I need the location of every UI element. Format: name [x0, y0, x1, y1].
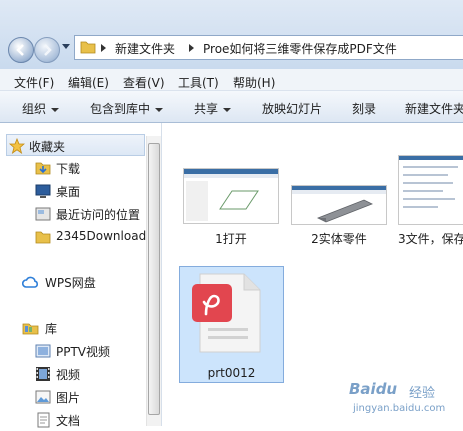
nav-favorites-label: 收藏夹 [29, 140, 66, 154]
recent-places-icon [35, 207, 51, 221]
cloud-icon [22, 276, 39, 288]
chevron-down-icon [223, 107, 232, 112]
downloads-folder-icon [35, 162, 51, 175]
nav-pictures[interactable]: 图片 [0, 386, 145, 408]
nav-recent-places[interactable]: 最近访问的位置 [0, 203, 145, 225]
nav-wps-cloud-label: WPS网盘 [45, 276, 96, 290]
nav-pictures-label: 图片 [56, 391, 81, 405]
folder-icon [80, 41, 96, 54]
share-button[interactable]: 共享 [194, 100, 232, 117]
nav-desktop-label: 桌面 [56, 185, 81, 199]
solid-part-icon [317, 199, 373, 223]
star-icon [9, 138, 25, 154]
new-folder-button[interactable]: 新建文件夹 [405, 100, 463, 117]
command-toolbar [0, 91, 463, 123]
chevron-down-icon [155, 107, 164, 112]
thumbnail-1 [183, 168, 279, 224]
nav-wps-cloud[interactable]: WPS网盘 [0, 271, 145, 293]
include-in-library-button[interactable]: 包含到库中 [90, 100, 164, 117]
nav-downloads[interactable]: 下载 [0, 157, 145, 179]
desktop-icon [35, 184, 51, 198]
folder-icon [35, 231, 51, 244]
back-arrow-icon [16, 44, 24, 56]
navigation-scrollbar-thumb[interactable] [148, 143, 160, 415]
breadcrumb-separator-icon [189, 44, 194, 52]
nav-favorites[interactable]: 收藏夹 [6, 134, 145, 156]
organize-label: 组织 [22, 102, 47, 116]
watermark-brand: Baidu [349, 380, 398, 398]
menu-tools[interactable]: 工具(T) [178, 74, 219, 91]
pptv-video-icon [35, 344, 51, 358]
nav-pptv-video-label: PPTV视频 [56, 345, 111, 359]
include-in-library-label: 包含到库中 [90, 102, 151, 116]
libraries-icon [22, 323, 39, 335]
picture-icon [35, 390, 51, 404]
nav-pptv-video[interactable]: PPTV视频 [0, 340, 145, 362]
file-name-1[interactable]: 1打开 [183, 230, 279, 247]
chevron-down-icon [51, 107, 60, 112]
thumbnail-2 [291, 185, 387, 225]
menu-edit[interactable]: 编辑(E) [68, 74, 109, 91]
file-tile-3[interactable] [398, 155, 463, 225]
organize-button[interactable]: 组织 [22, 100, 60, 117]
watermark-jingyan: 经验 [409, 386, 436, 401]
file-tile-1[interactable] [183, 168, 279, 224]
pdf-file-icon [192, 272, 264, 356]
forward-button[interactable] [34, 37, 60, 63]
menu-view[interactable]: 查看(V) [123, 74, 165, 91]
recent-pages-dropdown-icon[interactable] [62, 44, 70, 49]
file-name-4[interactable]: prt0012 [179, 366, 284, 380]
menu-help[interactable]: 帮助(H) [233, 74, 275, 91]
back-button[interactable] [8, 37, 34, 63]
file-name-3[interactable]: 3文件，保存 [398, 230, 463, 247]
nav-2345downloads-label: 2345Downloads [56, 229, 153, 243]
baidu-watermark: Baidu 经验 jingyan.baidu.com [349, 380, 463, 424]
nav-documents-label: 文档 [56, 414, 81, 428]
nav-libraries[interactable]: 库 [0, 317, 145, 339]
menu-file[interactable]: 文件(F) [14, 74, 54, 91]
breadcrumb-separator-icon [101, 44, 106, 52]
nav-2345downloads[interactable]: 2345Downloads [0, 226, 152, 248]
watermark-domain: jingyan.baidu.com [353, 403, 446, 414]
nav-videos-label: 视频 [56, 368, 81, 382]
slideshow-button[interactable]: 放映幻灯片 [262, 100, 322, 117]
burn-button[interactable]: 刻录 [352, 100, 376, 117]
forward-arrow-icon [44, 44, 52, 56]
thumbnail-3 [398, 155, 463, 225]
nav-libraries-label: 库 [45, 322, 58, 336]
breadcrumb-new-folder[interactable]: 新建文件夹 [115, 40, 175, 57]
nav-downloads-label: 下载 [56, 162, 81, 176]
file-tile-2[interactable] [291, 185, 387, 225]
breadcrumb-current-folder[interactable]: Proe如何将三维零件保存成PDF文件 [203, 40, 397, 57]
file-name-2[interactable]: 2实体零件 [291, 230, 387, 247]
nav-videos[interactable]: 视频 [0, 363, 145, 385]
nav-recent-places-label: 最近访问的位置 [56, 208, 141, 222]
share-label: 共享 [194, 102, 219, 116]
nav-documents[interactable]: 文档 [0, 409, 145, 431]
sketch-plane-icon [219, 190, 259, 210]
film-icon [36, 367, 50, 381]
nav-desktop[interactable]: 桌面 [0, 180, 145, 202]
